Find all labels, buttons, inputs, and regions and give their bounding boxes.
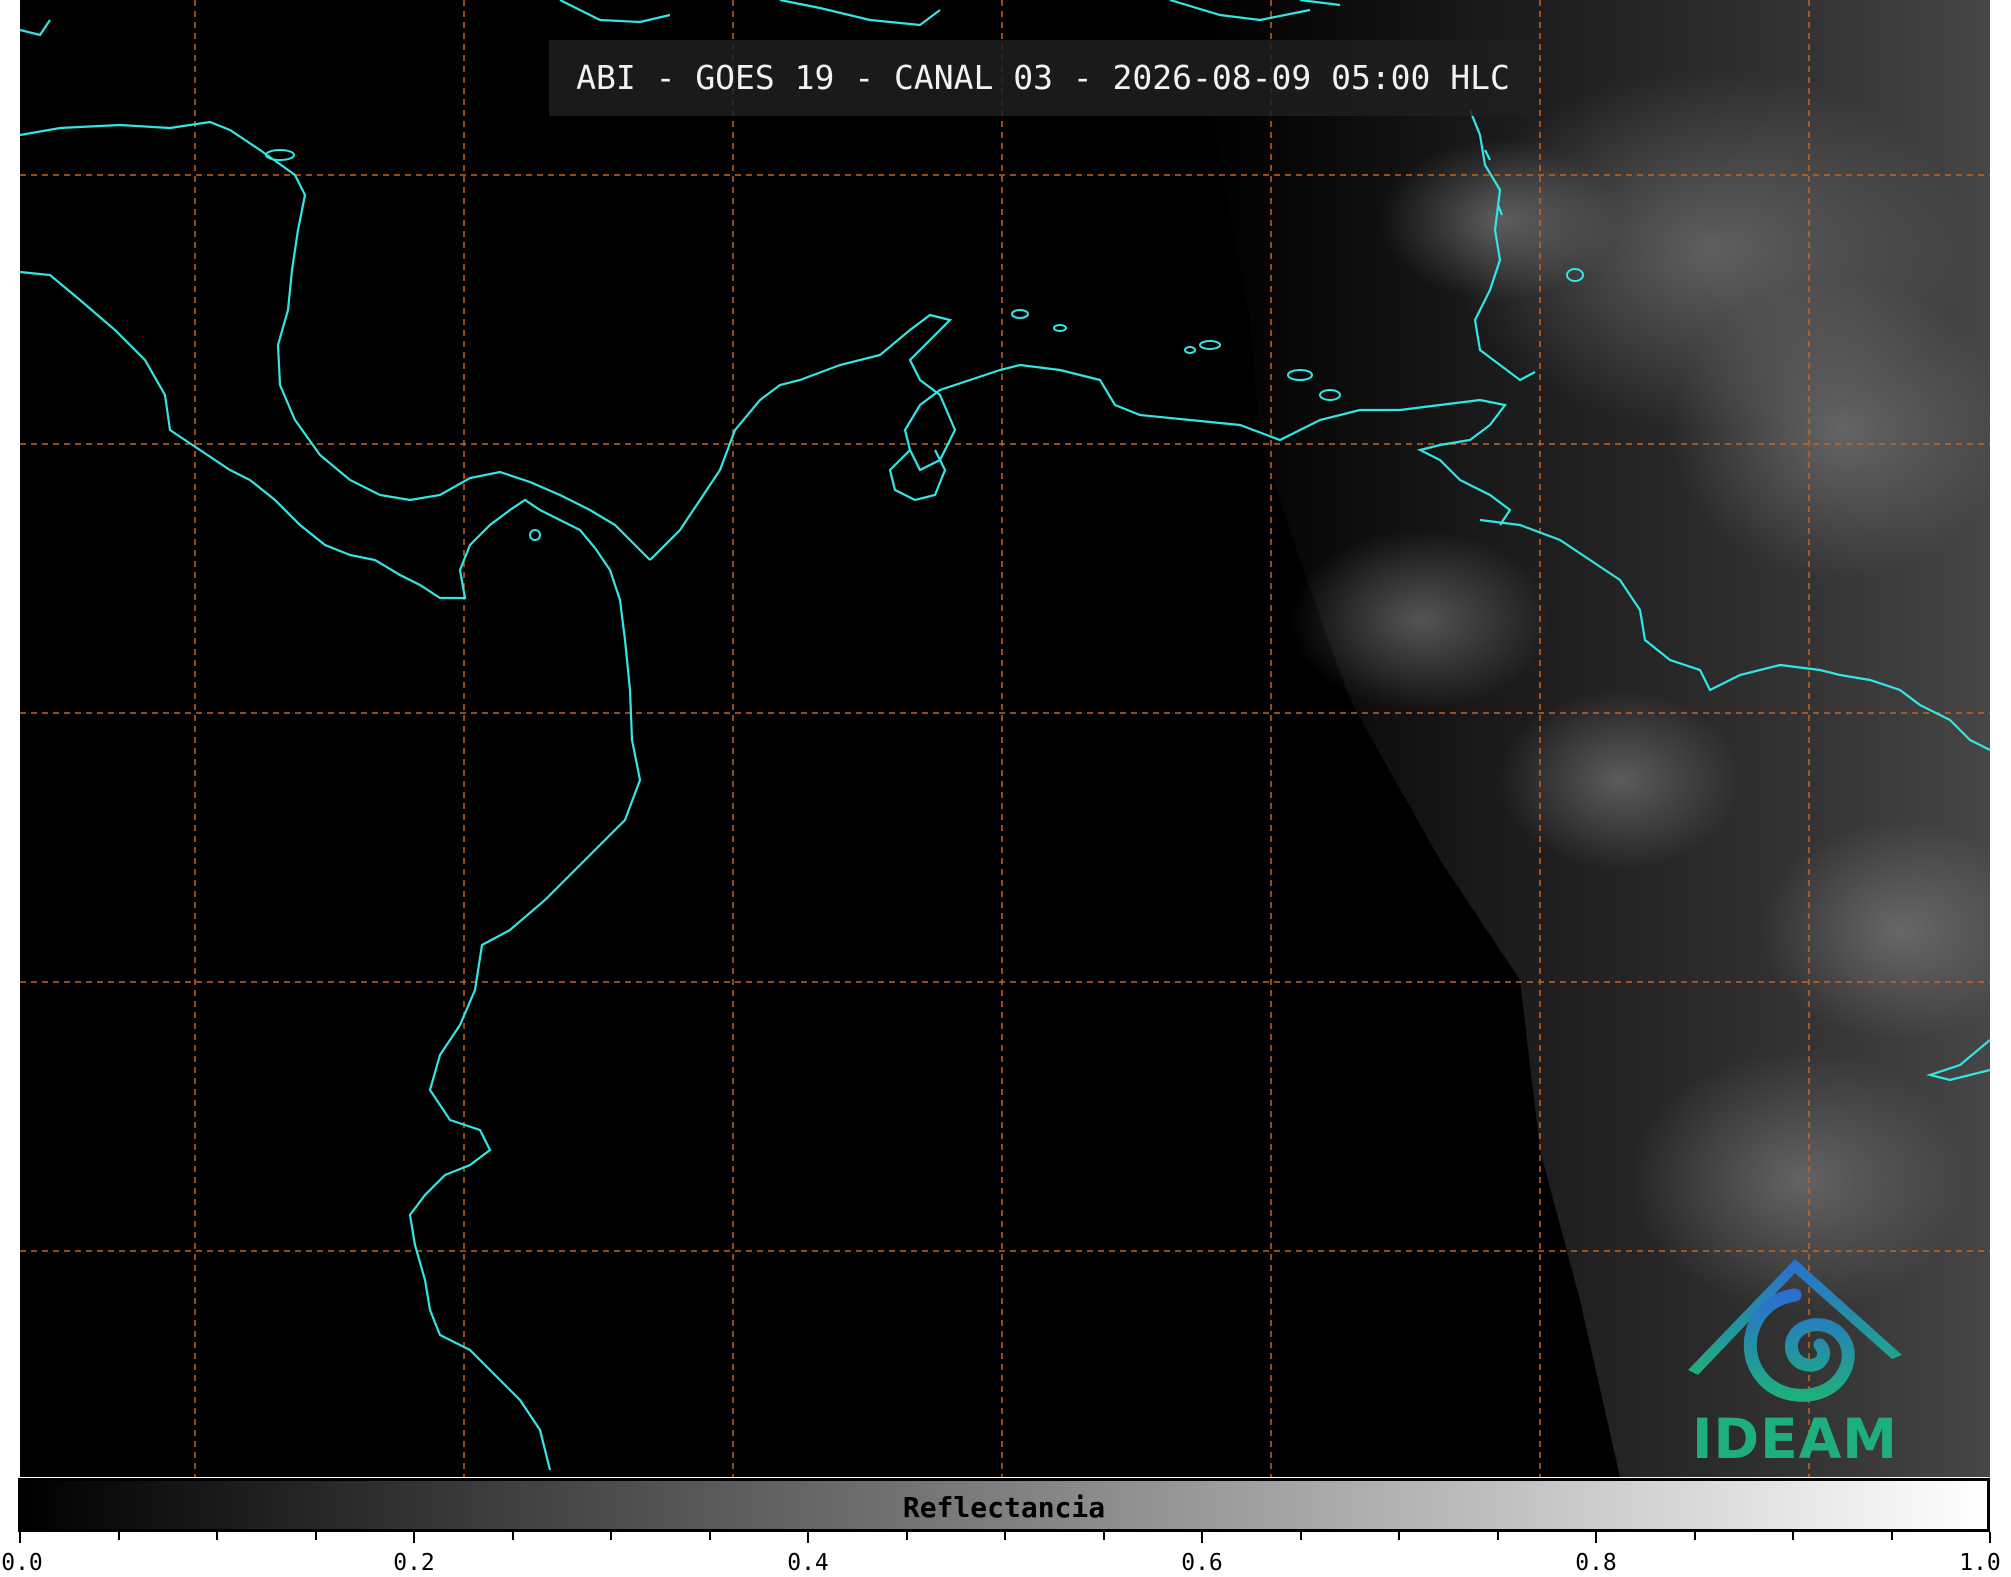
coastline-yucatan-islands bbox=[20, 0, 1341, 37]
colorbar-tick bbox=[1102, 1532, 1105, 1540]
colorbar-tick-label: 0.0 bbox=[1, 1550, 43, 1576]
colorbar-tick bbox=[314, 1532, 317, 1540]
colorbar-tick bbox=[1201, 1532, 1203, 1543]
colorbar-tick bbox=[511, 1532, 514, 1540]
colorbar-tick bbox=[19, 1532, 21, 1543]
colorbar-tick bbox=[807, 1532, 809, 1543]
coastline-central-america-north bbox=[20, 120, 651, 561]
colorbar-tick bbox=[1299, 1532, 1302, 1540]
colorbar-label: Reflectancia bbox=[902, 1491, 1106, 1524]
colorbar-tick-label: 0.2 bbox=[393, 1550, 435, 1576]
colorbar-tick-label: 0.4 bbox=[787, 1550, 829, 1576]
coastline-pacific-colombia bbox=[408, 547, 642, 1471]
colorbar-tick bbox=[413, 1532, 415, 1543]
reflectance-colorbar: Reflectancia bbox=[18, 1478, 1990, 1532]
ideam-logo: IDEAM bbox=[1680, 1255, 1910, 1475]
colorbar-tick bbox=[1989, 1532, 1991, 1543]
colorbar-tick bbox=[1890, 1532, 1893, 1540]
colorbar-tick bbox=[1693, 1532, 1696, 1540]
coastline-lake-maracaibo bbox=[888, 449, 947, 502]
colorbar-tick bbox=[117, 1532, 120, 1540]
colorbar-tick bbox=[610, 1532, 612, 1540]
coastline-central-america-pacific bbox=[20, 270, 596, 600]
colorbar-tick-label: 0.6 bbox=[1181, 1550, 1223, 1576]
colorbar-tick bbox=[1398, 1532, 1400, 1540]
colorbar-tick-label: 0.8 bbox=[1575, 1550, 1617, 1576]
map-title-box: ABI - GOES 19 - CANAL 03 - 2026-08-09 05… bbox=[549, 40, 1537, 116]
colorbar-tick bbox=[216, 1532, 218, 1540]
colorbar-tick bbox=[1004, 1532, 1006, 1540]
colorbar-tick bbox=[1595, 1532, 1597, 1543]
logo-text: IDEAM bbox=[1692, 1407, 1898, 1471]
map-title: ABI - GOES 19 - CANAL 03 - 2026-08-09 05… bbox=[576, 58, 1510, 97]
colorbar-tick bbox=[905, 1532, 908, 1540]
ideam-logo-icon bbox=[1688, 1259, 1902, 1402]
satellite-map: ABI - GOES 19 - CANAL 03 - 2026-08-09 05… bbox=[20, 0, 1990, 1477]
colorbar-ticks: 0.0 0.2 0.4 0.6 0.8 1.0 bbox=[0, 1532, 2011, 1577]
colorbar-tick bbox=[1496, 1532, 1499, 1540]
colorbar-tick-label: 1.0 bbox=[1959, 1550, 2001, 1576]
colorbar-tick bbox=[1792, 1532, 1794, 1540]
colorbar-tick bbox=[708, 1532, 711, 1540]
